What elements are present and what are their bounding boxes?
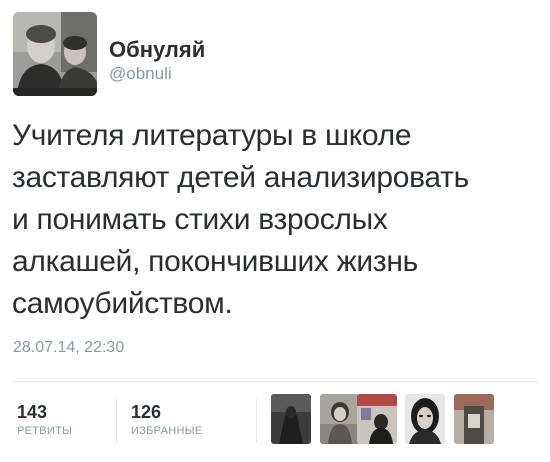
favoriter-avatar[interactable] (271, 394, 311, 444)
favoriter-avatar[interactable] (405, 394, 445, 444)
favorites-stat[interactable]: 126 ИЗБРАННЫЕ (131, 402, 202, 437)
favorites-count: 126 (131, 402, 162, 422)
user-avatar[interactable] (13, 12, 97, 96)
favoriter-avatar[interactable] (320, 394, 360, 444)
tweet-text-line: самоубийством. (12, 287, 233, 320)
favorites-label: ИЗБРАННЫЕ (131, 425, 203, 437)
stat-divider (256, 399, 257, 443)
tweet-text-line: алкашей, покончивших жизнь (12, 245, 418, 278)
stat-divider (116, 399, 117, 443)
favoriter-avatar[interactable] (454, 394, 494, 444)
tweet-card: Обнуляй @obnuli Учителя литературы в шко… (0, 0, 550, 462)
user-handle[interactable]: @obnuli (109, 63, 205, 85)
user-names: Обнуляй @obnuli (109, 38, 205, 85)
display-name[interactable]: Обнуляй (109, 38, 205, 62)
divider (13, 381, 538, 382)
retweets-label: РЕТВИТЫ (17, 425, 73, 437)
tweet-text-line: и понимать стихи взрослых (12, 203, 388, 236)
tweet-text-line: заставляют детей анализировать (12, 161, 469, 194)
favoriter-avatar[interactable] (357, 394, 397, 444)
tweet-timestamp[interactable]: 28.07.14, 22:30 (13, 339, 124, 357)
tweet-header: Обнуляй @obnuli (13, 12, 205, 96)
retweets-stat[interactable]: 143 РЕТВИТЫ (17, 402, 72, 437)
tweet-text-line: Учителя литературы в школе (12, 119, 412, 152)
retweets-count: 143 (17, 402, 48, 422)
tweet-text: Учителя литературы в школе заставляют де… (12, 115, 542, 325)
